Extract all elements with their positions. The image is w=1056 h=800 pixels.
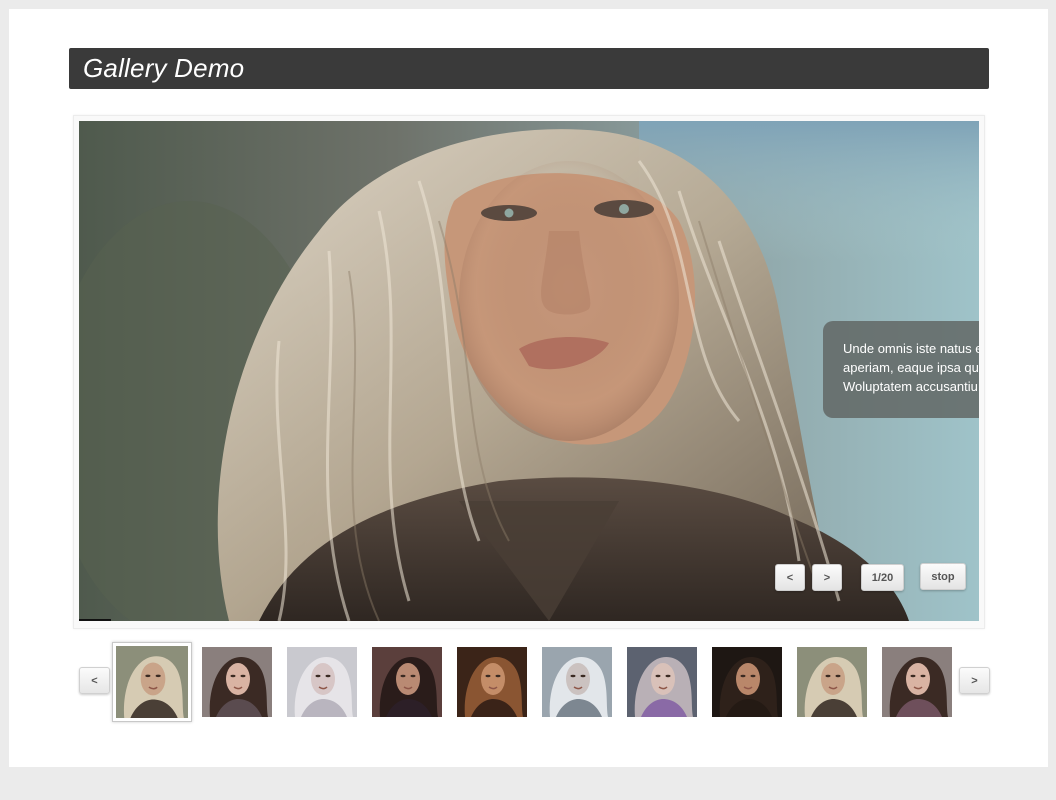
thumbnail-image <box>287 647 357 717</box>
thumbnail-image <box>116 646 188 718</box>
thumbnail-image <box>542 647 612 717</box>
thumbnail-item[interactable] <box>202 647 272 717</box>
thumbnail-image <box>797 647 867 717</box>
thumbnail-image <box>882 647 952 717</box>
slideshow-stage[interactable]: Unde omnis iste natus e aperiam, eaque i… <box>79 121 979 621</box>
thumbnail-item[interactable] <box>627 647 697 717</box>
slide-caption: Unde omnis iste natus e aperiam, eaque i… <box>823 321 979 418</box>
thumbnail-item[interactable] <box>797 647 867 717</box>
slide-prev-button[interactable]: < <box>775 564 805 591</box>
thumbnail-item[interactable] <box>882 647 952 717</box>
thumbnail-item[interactable] <box>372 647 442 717</box>
slide-timer-bar <box>79 619 111 621</box>
thumbs-next-button[interactable]: > <box>959 667 990 694</box>
thumbnail-image <box>712 647 782 717</box>
thumbnail-item[interactable] <box>112 642 192 722</box>
caption-line: aperiam, eaque ipsa qu <box>843 360 979 375</box>
thumbnail-image <box>627 647 697 717</box>
thumbnail-item[interactable] <box>712 647 782 717</box>
page-panel: Gallery Demo Unde omnis iste natus e ape… <box>9 9 1048 767</box>
thumbnail-strip: < > <box>79 642 991 722</box>
slide-next-button[interactable]: > <box>812 564 842 591</box>
thumbnail-image <box>457 647 527 717</box>
caption-line: Woluptatem accusantiu <box>843 379 978 394</box>
thumbs-prev-button[interactable]: < <box>79 667 110 694</box>
page-title: Gallery Demo <box>83 53 245 83</box>
thumbnail-item[interactable] <box>457 647 527 717</box>
stop-button[interactable]: stop <box>920 563 966 590</box>
slide-counter: 1/20 <box>861 564 904 591</box>
thumbnail-item[interactable] <box>542 647 612 717</box>
header-bar: Gallery Demo <box>69 48 989 89</box>
thumbnail-image <box>202 647 272 717</box>
slideshow-frame: Unde omnis iste natus e aperiam, eaque i… <box>73 115 985 629</box>
thumbnail-image <box>372 647 442 717</box>
caption-line: Unde omnis iste natus e <box>843 341 979 356</box>
thumbnail-item[interactable] <box>287 647 357 717</box>
